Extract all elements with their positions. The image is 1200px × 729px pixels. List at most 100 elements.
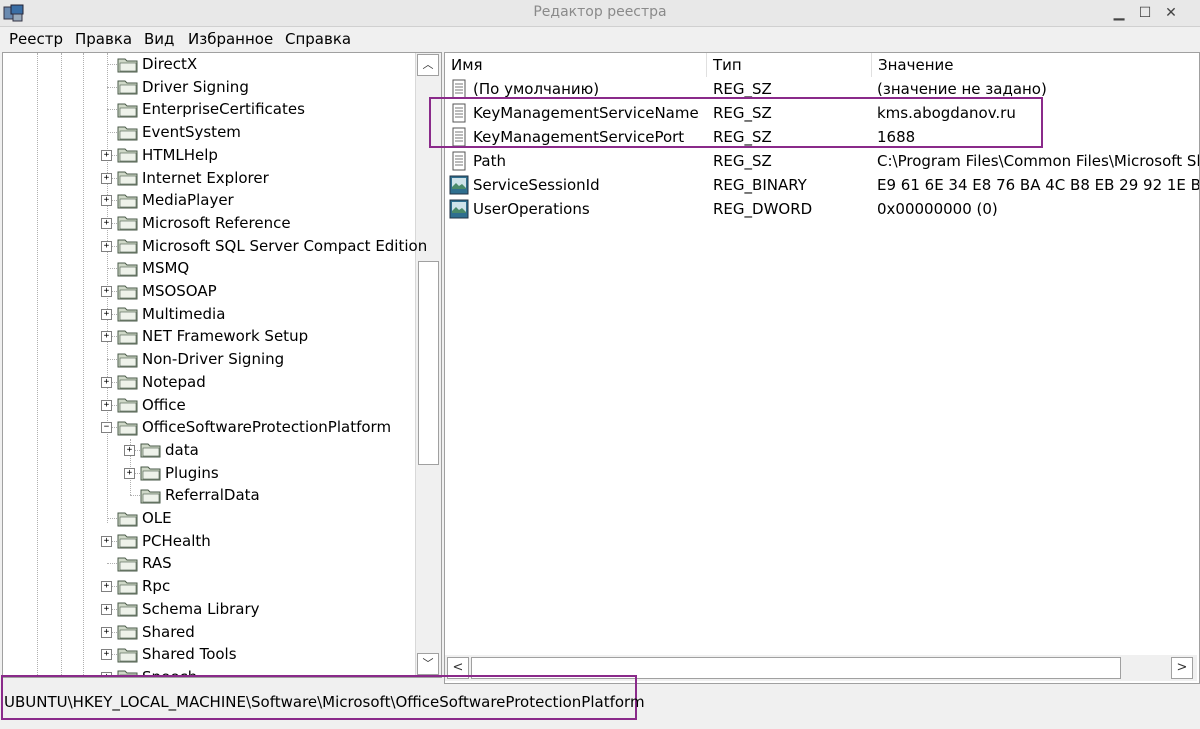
window-title: Редактор реестра — [533, 4, 667, 20]
folder-icon — [117, 623, 139, 640]
maximize-button[interactable]: ☐ — [1136, 4, 1154, 22]
column-header-name[interactable]: Имя — [445, 53, 707, 77]
folder-icon — [117, 192, 139, 209]
tree-item-label: Microsoft SQL Server Compact Edition — [142, 236, 428, 255]
value-data: 0x00000000 (0) — [877, 200, 998, 218]
minimize-button[interactable]: ▁ — [1110, 4, 1128, 22]
tree-expand-button[interactable]: + — [101, 376, 112, 388]
tree-scroll-thumb[interactable] — [418, 261, 439, 465]
tree-collapse-button[interactable]: − — [101, 422, 112, 434]
folder-icon — [117, 260, 139, 277]
tree-expand-button[interactable]: + — [101, 581, 112, 593]
tree-item[interactable]: Notepad — [117, 371, 206, 393]
registry-key-tree[interactable]: ︿ ﹀ DirectX Driver Signing EnterpriseCerti… — [2, 52, 442, 678]
tree-item[interactable]: Driver Signing — [117, 76, 249, 98]
tree-item[interactable]: Shared — [117, 621, 195, 643]
tree-item[interactable]: Microsoft SQL Server Compact Edition — [117, 235, 427, 257]
tree-item-label: EnterpriseCertificates — [142, 100, 305, 119]
tree-item[interactable]: HTMLHelp — [117, 144, 218, 166]
tree-expand-button[interactable]: + — [124, 467, 135, 479]
tree-expand-button[interactable]: + — [101, 240, 112, 252]
folder-icon — [117, 124, 139, 141]
tree-item[interactable]: Schema Library — [117, 598, 260, 620]
tree-item[interactable]: Rpc — [117, 575, 170, 597]
tree-scroll-up-button[interactable]: ︿ — [417, 54, 439, 76]
folder-icon — [117, 555, 139, 572]
tree-item-label: Rpc — [142, 577, 171, 596]
tree-item-label: MSOSOAP — [142, 282, 217, 300]
tree-item-label: MediaPlayer — [142, 191, 234, 210]
value-row[interactable]: Path REG_SZ C:\Program Files\Common Files\… — [445, 149, 1199, 173]
list-scroll-right-button[interactable]: > — [1171, 657, 1193, 679]
tree-expand-button[interactable]: + — [101, 331, 112, 343]
value-row[interactable]: ServiceSessionId REG_BINARY E9 61 6E 34 E8… — [445, 173, 1199, 197]
tree-expand-button[interactable]: + — [124, 444, 135, 456]
menu-bar: Реестр Правка Вид Избранное Справка — [0, 28, 1200, 50]
tree-guide-line — [37, 53, 38, 677]
tree-guide-line — [83, 53, 84, 677]
tree-item[interactable]: DirectX — [117, 53, 197, 75]
tree-item[interactable]: Shared Tools — [117, 643, 237, 665]
tree-item-label: EventSystem — [142, 123, 241, 142]
binary-value-icon — [449, 199, 469, 219]
tree-item[interactable]: data — [140, 439, 199, 461]
folder-icon — [140, 487, 162, 504]
tree-scroll-down-button[interactable]: ﹀ — [417, 653, 439, 675]
tree-item-label: DirectX — [142, 55, 198, 73]
folder-icon — [117, 214, 139, 231]
tree-item[interactable]: Non-Driver Signing — [117, 348, 284, 370]
folder-icon — [117, 351, 139, 368]
tree-item-label: Shared Tools — [142, 645, 237, 664]
tree-item-label: OfficeSoftwareProtectionPlatform — [142, 418, 392, 437]
tree-item[interactable]: PCHealth — [117, 530, 211, 552]
tree-item[interactable]: RAS — [117, 552, 172, 574]
tree-item[interactable]: EventSystem — [117, 121, 241, 143]
menu-edit[interactable]: Правка — [75, 30, 132, 48]
tree-item[interactable]: Office — [117, 394, 186, 416]
tree-item[interactable]: Multimedia — [117, 303, 225, 325]
column-header-type[interactable]: Тип — [707, 53, 872, 77]
tree-expand-button[interactable]: + — [101, 649, 112, 661]
folder-icon — [117, 283, 139, 300]
menu-help[interactable]: Справка — [285, 30, 351, 48]
tree-item-label: Multimedia — [142, 304, 226, 323]
tree-expand-button[interactable]: + — [101, 535, 112, 547]
menu-favorites[interactable]: Избранное — [188, 30, 273, 48]
tree-item-label: data — [165, 440, 199, 459]
tree-item[interactable]: ReferralData — [140, 484, 260, 506]
column-header-value[interactable]: Значение — [872, 53, 1199, 77]
tree-item[interactable]: OfficeSoftwareProtectionPlatform — [117, 416, 391, 438]
tree-item[interactable]: OLE — [117, 507, 172, 529]
tree-expand-button[interactable]: + — [101, 217, 112, 229]
folder-icon — [117, 56, 139, 73]
tree-expand-button[interactable]: + — [101, 626, 112, 638]
tree-expand-button[interactable]: + — [101, 149, 112, 161]
tree-item[interactable]: Internet Explorer — [117, 167, 269, 189]
tree-expand-button[interactable]: + — [101, 195, 112, 207]
folder-icon — [117, 237, 139, 254]
tree-item-label: Driver Signing — [142, 77, 249, 96]
tree-item[interactable]: Plugins — [140, 462, 219, 484]
tree-item[interactable]: MSOSOAP — [117, 280, 217, 302]
tree-expand-button[interactable]: + — [101, 603, 112, 615]
tree-guide-line — [107, 359, 117, 361]
value-row[interactable]: UserOperations REG_DWORD 0x00000000 (0) — [445, 197, 1199, 221]
tree-item-label: RAS — [142, 554, 172, 573]
tree-guide-line — [107, 64, 117, 65]
tree-item[interactable]: MediaPlayer — [117, 189, 234, 211]
tree-item[interactable]: Microsoft Reference — [117, 212, 291, 234]
tree-expand-button[interactable]: + — [101, 399, 112, 411]
tree-expand-button[interactable]: + — [101, 308, 112, 320]
folder-icon — [117, 396, 139, 413]
tree-item[interactable]: EnterpriseCertificates — [117, 98, 305, 120]
tree-item[interactable]: NET Framework Setup — [117, 325, 308, 347]
status-key-path: UBUNTU\HKEY_LOCAL_MACHINE\Software\Micro… — [4, 693, 645, 711]
tree-guide-line — [107, 86, 117, 88]
tree-expand-button[interactable]: + — [101, 286, 112, 297]
tree-expand-button[interactable]: + — [101, 172, 112, 184]
folder-icon — [117, 101, 139, 118]
menu-view[interactable]: Вид — [144, 30, 174, 48]
close-button[interactable]: ✕ — [1162, 4, 1180, 22]
tree-item[interactable]: MSMQ — [117, 257, 189, 279]
menu-registry[interactable]: Реестр — [9, 30, 63, 48]
